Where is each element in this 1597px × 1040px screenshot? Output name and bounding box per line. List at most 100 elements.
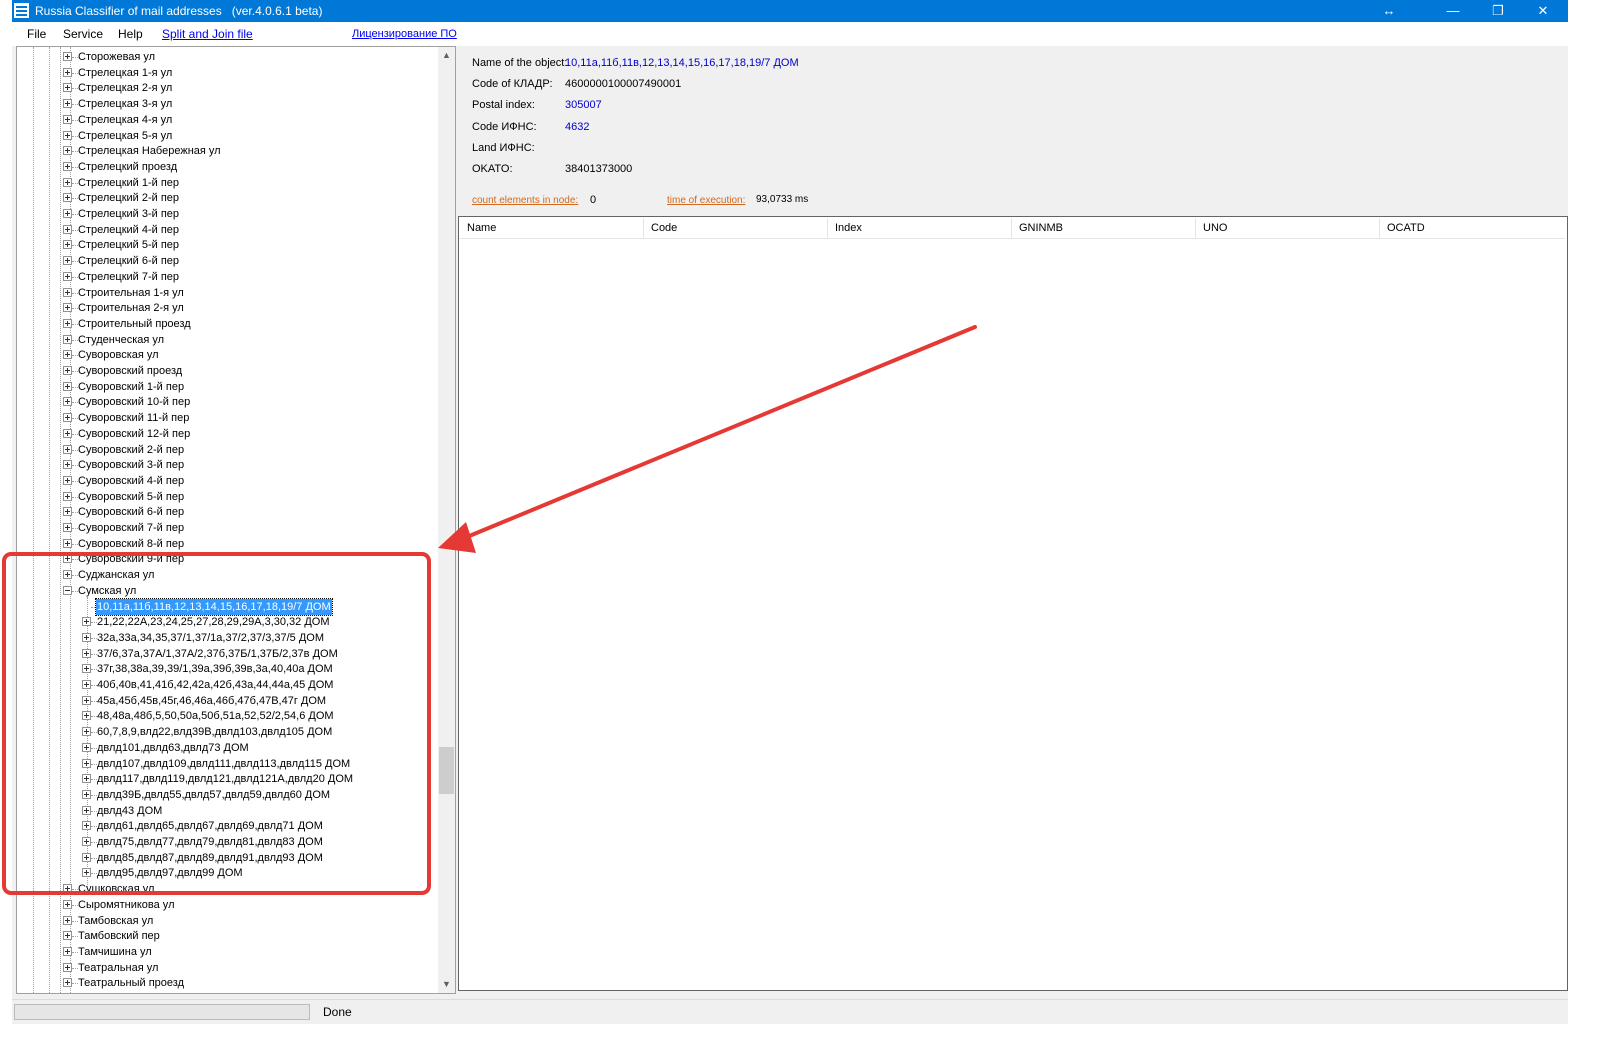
- scroll-down-icon[interactable]: ▼: [438, 976, 455, 993]
- grid-col-index[interactable]: Index: [828, 218, 1012, 238]
- expand-icon[interactable]: [63, 271, 72, 281]
- menu-help[interactable]: Help: [118, 27, 143, 41]
- tree-street-item[interactable]: Стрелецкий 6-й пер: [17, 253, 435, 269]
- tree-street-item[interactable]: Стрелецкий 7-й пер: [17, 269, 435, 285]
- expand-icon[interactable]: [63, 366, 72, 375]
- expand-icon[interactable]: [63, 413, 72, 423]
- tree-street-item[interactable]: Стрелецкий 4-й пер: [17, 222, 435, 238]
- tree-street-item[interactable]: Тамбовская ул: [17, 913, 435, 929]
- tree-house-item[interactable]: двлд43 ДОМ: [17, 803, 435, 819]
- expand-icon[interactable]: [63, 946, 72, 956]
- scroll-up-icon[interactable]: ▲: [438, 47, 455, 64]
- tree-street-item[interactable]: Тамбовский пер: [17, 928, 435, 944]
- tree-street-item[interactable]: Театральная ул: [17, 960, 435, 976]
- tree-house-item[interactable]: двлд107,двлд109,двлд111,двлд113,двлд115 …: [17, 756, 435, 772]
- expand-icon[interactable]: [63, 962, 72, 972]
- tree-house-item[interactable]: двлд95,двлд97,двлд99 ДОМ: [17, 865, 435, 881]
- expand-icon[interactable]: [63, 491, 72, 501]
- tree-scrollbar[interactable]: ▲ ▼: [438, 47, 455, 993]
- expand-icon[interactable]: [63, 146, 72, 156]
- tree-street-item-expanded[interactable]: Сумская ул: [17, 583, 435, 599]
- expand-icon[interactable]: [82, 632, 91, 642]
- tree-street-item[interactable]: Сторожевая ул: [17, 49, 435, 65]
- tree-street-item[interactable]: Суджанская ул: [17, 567, 435, 583]
- grid-col-code[interactable]: Code: [644, 218, 828, 238]
- expand-icon[interactable]: [82, 695, 91, 705]
- expand-icon[interactable]: [63, 67, 72, 77]
- tree-street-item[interactable]: Суворовский 3-й пер: [17, 457, 435, 473]
- tree-street-item[interactable]: Стрелецкая 3-я ул: [17, 96, 435, 112]
- tree-street-item[interactable]: Студенческая ул: [17, 332, 435, 348]
- expand-icon[interactable]: [63, 475, 72, 485]
- expand-icon[interactable]: [63, 161, 72, 171]
- menu-file[interactable]: File: [27, 27, 46, 41]
- collapse-icon[interactable]: [63, 585, 72, 595]
- tree-house-item[interactable]: 37г,38,38а,39,39/1,39а,39б,39в,3а,40,40а…: [17, 661, 435, 677]
- expand-icon[interactable]: [63, 978, 72, 988]
- tree-house-item[interactable]: двлд85,двлд87,двлд89,двлд91,двлд93 ДОМ: [17, 850, 435, 866]
- expand-icon[interactable]: [63, 52, 72, 61]
- restore-button[interactable]: ❐: [1475, 0, 1521, 22]
- tree-street-item[interactable]: Строительный проезд: [17, 316, 435, 332]
- expand-icon[interactable]: [63, 507, 72, 517]
- tree-street-item[interactable]: Стрелецкая 1-я ул: [17, 65, 435, 81]
- tree-street-item[interactable]: Стрелецкая Набережная ул: [17, 143, 435, 159]
- tree-street-item[interactable]: Стрелецкая 4-я ул: [17, 112, 435, 128]
- tree-street-item[interactable]: Суворовский 11-й пер: [17, 410, 435, 426]
- expand-icon[interactable]: [63, 350, 72, 360]
- expand-icon[interactable]: [63, 193, 72, 203]
- expand-icon[interactable]: [63, 570, 72, 580]
- tree-street-item[interactable]: Суворовский 2-й пер: [17, 442, 435, 458]
- tree-street-item[interactable]: Стрелецкий 2-й пер: [17, 190, 435, 206]
- expand-icon[interactable]: [82, 852, 91, 862]
- count-elements-link[interactable]: count elements in node:: [472, 195, 578, 206]
- tree-house-item[interactable]: 21,22,22А,23,24,25,27,28,29,29А,3,30,32 …: [17, 614, 435, 630]
- expand-icon[interactable]: [63, 554, 72, 564]
- tree-house-item[interactable]: двлд61,двлд65,двлд67,двлд69,двлд71 ДОМ: [17, 818, 435, 834]
- tree-house-item-selected[interactable]: 10,11а,11б,11в,12,13,14,15,16,17,18,19/7…: [17, 597, 435, 616]
- expand-icon[interactable]: [82, 680, 91, 689]
- tree-house-item[interactable]: 45а,45б,45в,45г,46,46а,46б,47б,47В,47г Д…: [17, 693, 435, 709]
- tree-street-item[interactable]: Стрелецкий 5-й пер: [17, 237, 435, 253]
- grid-col-name[interactable]: Name: [460, 218, 644, 238]
- expand-icon[interactable]: [63, 428, 72, 438]
- expand-icon[interactable]: [82, 789, 91, 799]
- tree-street-item[interactable]: Стрелецкий 1-й пер: [17, 175, 435, 191]
- title-bar[interactable]: Russia Classifier of mail addresses (ver…: [12, 0, 1568, 22]
- tree-house-item[interactable]: 40б,40в,41,41б,42,42а,42б,43а,44,44а,45 …: [17, 677, 435, 693]
- expand-icon[interactable]: [63, 931, 72, 941]
- expand-icon[interactable]: [63, 83, 72, 93]
- expand-icon[interactable]: [63, 99, 72, 109]
- menu-licensing-link[interactable]: Лицензирование ПО: [352, 28, 457, 40]
- tree-house-item[interactable]: двлд75,двлд77,двлд79,двлд81,двлд83 ДОМ: [17, 834, 435, 850]
- expand-icon[interactable]: [82, 805, 91, 815]
- expand-icon[interactable]: [63, 884, 72, 894]
- tree-street-item[interactable]: Стрелецкая 2-я ул: [17, 80, 435, 96]
- expand-icon[interactable]: [82, 742, 91, 752]
- time-execution-link[interactable]: time of execution:: [667, 195, 745, 206]
- tree-street-item[interactable]: Суворовская ул: [17, 347, 435, 363]
- tree-street-item[interactable]: Суворовский проезд: [17, 363, 435, 379]
- expand-icon[interactable]: [63, 460, 72, 470]
- expand-icon[interactable]: [63, 114, 72, 124]
- scroll-thumb[interactable]: [439, 747, 454, 794]
- expand-icon[interactable]: [82, 664, 91, 674]
- expand-icon[interactable]: [82, 868, 91, 878]
- expand-icon[interactable]: [82, 727, 91, 737]
- expand-icon[interactable]: [63, 915, 72, 925]
- expand-icon[interactable]: [63, 899, 72, 909]
- tree-street-item[interactable]: Строительная 1-я ул: [17, 285, 435, 301]
- expand-icon[interactable]: [82, 837, 91, 846]
- expand-icon[interactable]: [63, 287, 72, 297]
- resize-icon[interactable]: ↔: [1366, 0, 1412, 22]
- tree-street-item[interactable]: Суворовский 5-й пер: [17, 489, 435, 505]
- menu-split-join-link[interactable]: Split and Join file: [162, 27, 253, 41]
- tree-street-item[interactable]: Строительная 2-я ул: [17, 300, 435, 316]
- expand-icon[interactable]: [82, 711, 91, 721]
- tree-street-item[interactable]: Суворовский 1-й пер: [17, 379, 435, 395]
- tree-street-item[interactable]: Суворовский 12-й пер: [17, 426, 435, 442]
- expand-icon[interactable]: [63, 381, 72, 391]
- tree-house-item[interactable]: двлд117,двлд119,двлд121,двлд121А,двлд20 …: [17, 771, 435, 787]
- expand-icon[interactable]: [63, 538, 72, 548]
- tree-street-item[interactable]: Суворовский 6-й пер: [17, 504, 435, 520]
